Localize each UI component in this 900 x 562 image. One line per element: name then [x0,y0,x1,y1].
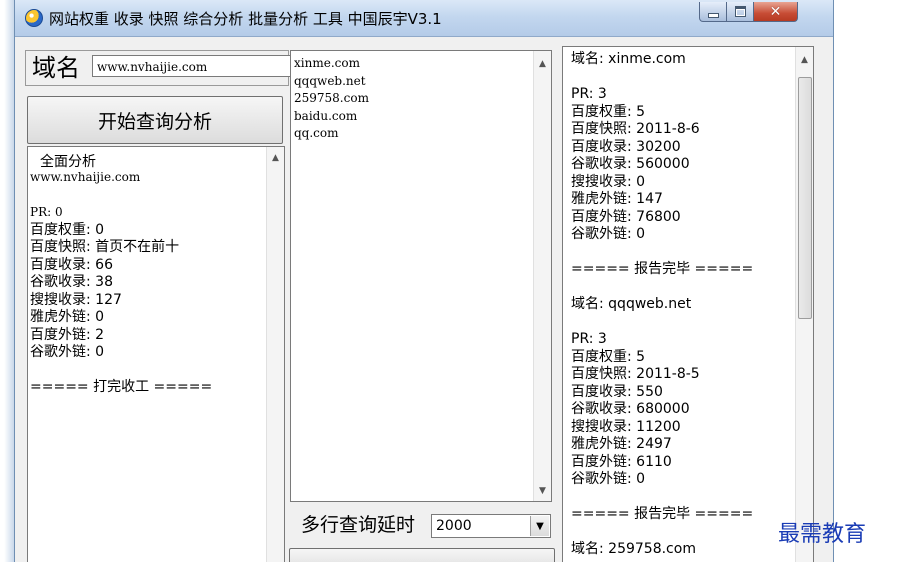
maximize-icon [734,6,746,17]
batch-results-scrollbar[interactable]: ▲ [795,47,813,562]
text-line [571,524,753,542]
text-line: 百度快照: 2011-8-5 [571,366,700,382]
batch-results-textarea[interactable]: 域名: xinme.com PR: 3 百度权重: 5 百度快照: 2011-8-6 百… [562,46,814,562]
single-result-lines: www.nvhaijie.com PR: 0 百度权重: 0 百度快照: 首页不在前十… [30,169,212,397]
text-line: 百度收录: 66 [30,256,113,273]
delay-label: 多行查询延时 [301,514,416,536]
text-line [571,279,753,297]
text-line: 百度权重: 5 [571,103,646,120]
text-line: 百度收录: 550 [571,383,663,400]
text-line: 259758.com [294,91,369,105]
text-line: ===== 报告完毕 ===== [571,506,754,522]
text-line: ===== 报告完毕 ===== [571,261,754,277]
app-window: 网站权重 收录 快照 综合分析 批量分析 工具 中国辰宇V3.1 ✕ 域名 ww… [14,0,834,562]
close-icon: ✕ [769,3,782,20]
minimize-icon [707,12,719,18]
close-button[interactable]: ✕ [753,2,798,22]
domain-label: 域名 [32,54,80,82]
scroll-up-icon[interactable]: ▲ [267,149,284,166]
text-line: 百度权重: 0 [30,221,105,238]
text-line: 域名: xinme.com [571,51,686,67]
text-line [571,69,753,87]
maximize-button[interactable] [726,2,754,22]
text-line: 谷歌外链: 0 [571,471,646,487]
delay-select[interactable]: 2000 ▼ [431,514,551,538]
text-line: 域名: qqqweb.net [571,296,692,312]
scroll-up-icon[interactable]: ▲ [534,55,551,72]
desktop-edge [0,0,14,562]
batch-domains-scrollbar[interactable]: ▲ ▼ [533,51,551,501]
text-line: 谷歌外链: 0 [30,344,105,360]
text-line: 百度权重: 5 [571,348,646,365]
app-icon [25,9,43,27]
single-result-scrollbar[interactable]: ▲ [266,147,284,562]
text-line: 百度外链: 6110 [571,453,672,470]
start-analysis-button[interactable]: 开始查询分析 [27,96,283,144]
dropdown-arrow-icon[interactable]: ▼ [530,516,549,536]
text-line: PR: 0 [30,205,63,219]
domain-input[interactable]: www.nvhaijie.com [92,55,292,77]
text-line: 谷歌收录: 680000 [571,401,690,417]
text-line: PR: 3 [571,86,607,102]
text-line: 搜搜收录: 127 [30,291,122,308]
text-line [571,244,753,262]
text-line: 百度外链: 76800 [571,208,681,225]
text-line: PR: 3 [571,331,607,347]
result-section-title: 全面分析 [40,154,96,170]
scroll-up-icon[interactable]: ▲ [796,51,813,68]
text-line [571,489,753,507]
text-line: baidu.com [294,108,358,123]
text-line: 百度收录: 30200 [571,138,681,155]
text-line: xinme.com [294,56,360,70]
minimize-button[interactable] [699,2,727,22]
text-line: 雅虎外链: 2497 [571,436,672,452]
watermark: 最需教育 [778,522,867,547]
text-line: 百度外链: 2 [30,326,105,343]
single-result-textarea[interactable]: 全面分析 www.nvhaijie.com PR: 0 百度权重: 0 百度快照: 首… [27,146,285,562]
text-line: 搜搜收录: 0 [571,173,646,190]
domain-row: 域名 www.nvhaijie.com [25,50,292,86]
text-line: www.nvhaijie.com [30,170,141,184]
text-line: 搜搜收录: 11200 [571,418,681,435]
text-line: 域名: 259758.com [571,541,696,557]
batch-domain-lines: xinme.com qqqweb.net 259758.com baidu.com qq… [294,55,369,143]
title-bar[interactable]: 网站权重 收录 快照 综合分析 批量分析 工具 中国辰宇V3.1 ✕ [15,0,833,37]
text-line: qqqweb.net [294,73,366,88]
text-line: ===== 打完收工 ===== [30,379,213,395]
window-title: 网站权重 收录 快照 综合分析 批量分析 工具 中国辰宇V3.1 [49,10,442,28]
text-line: qq.com [294,126,339,140]
text-line: 百度快照: 首页不在前十 [30,239,180,255]
text-line: 雅虎外链: 0 [30,309,105,325]
text-line: 谷歌收录: 560000 [571,156,690,172]
scroll-thumb[interactable] [798,77,812,319]
delay-value: 2000 [436,518,472,534]
batch-analysis-button[interactable] [289,548,555,562]
text-line: 雅虎外链: 147 [571,191,663,207]
text-line [571,314,753,332]
text-line: 谷歌外链: 0 [571,226,646,242]
batch-result-lines: 域名: xinme.com PR: 3 百度权重: 5 百度快照: 2011-8-6 百… [571,51,753,559]
batch-domains-textarea[interactable]: xinme.com qqqweb.net 259758.com baidu.com qq… [290,50,552,502]
scroll-down-icon[interactable]: ▼ [534,482,551,499]
text-line [30,187,212,205]
text-line: 百度快照: 2011-8-6 [571,121,700,137]
text-line: 谷歌收录: 38 [30,274,113,290]
text-line [30,362,212,380]
